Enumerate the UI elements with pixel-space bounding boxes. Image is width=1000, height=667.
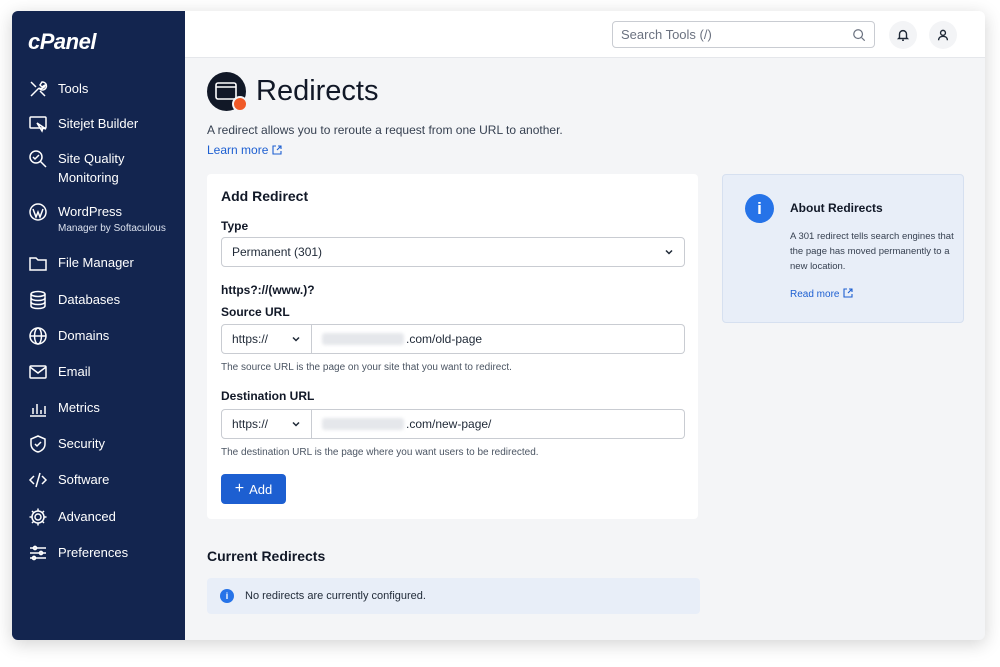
chevron-down-icon (292, 421, 300, 427)
sidebar-item-label: Sitejet Builder (58, 116, 139, 131)
destination-url-help: The destination URL is the page where yo… (221, 447, 539, 458)
add-redirect-card: Add Redirect Type Permanent (301) https?… (207, 174, 698, 519)
add-button[interactable]: + Add (221, 474, 286, 504)
type-value: Permanent (301) (232, 245, 323, 259)
sidebar-item-email[interactable]: Email (12, 362, 185, 382)
sidebar-item-label: WordPress (58, 204, 123, 219)
sidebar-item-label: Tools (58, 81, 89, 96)
source-protocol-select[interactable]: https:// (221, 324, 312, 354)
sidebar-item-wordpress[interactable]: WordPress Manager by Softaculous (12, 202, 185, 235)
learn-more-link[interactable]: Learn more (207, 143, 282, 157)
plus-icon: + (234, 480, 245, 497)
sidebar-item-label: Email (58, 364, 91, 379)
sidebar-item-site-quality[interactable]: Site Quality Monitoring (12, 149, 185, 187)
software-icon (28, 470, 48, 490)
app-window: cPanel Tools Sitejet Builder Site Qualit… (12, 11, 985, 640)
about-redirects-title: About Redirects (790, 201, 883, 215)
empty-redirects-notice: i No redirects are currently configured. (207, 578, 700, 614)
empty-redirects-text: No redirects are currently configured. (245, 590, 426, 602)
redirects-page-icon (207, 72, 248, 112)
add-redirect-title: Add Redirect (221, 188, 309, 204)
metrics-icon (28, 398, 48, 418)
destination-url-row: https:// .com/new-page/ (221, 409, 685, 439)
page-title: Redirects (256, 75, 379, 107)
external-link-icon (272, 145, 282, 155)
sidebar-item-label: Metrics (58, 400, 100, 415)
read-more-label: Read more (790, 289, 840, 300)
user-icon (937, 29, 949, 41)
site-quality-icon (28, 149, 48, 169)
learn-more-label: Learn more (207, 143, 269, 157)
read-more-link[interactable]: Read more (790, 288, 854, 300)
chevron-down-icon (292, 336, 300, 342)
sidebar-item-label: Domains (58, 328, 110, 343)
about-redirects-text: A 301 redirect tells search engines that… (790, 231, 954, 272)
main-content: Search Tools (/) Redirects A redirect al… (185, 11, 985, 640)
redacted-domain (322, 333, 404, 345)
sidebar-item-sitejet[interactable]: Sitejet Builder (12, 114, 185, 134)
sidebar-item-preferences[interactable]: Preferences (12, 543, 185, 563)
source-url-help: The source URL is the page on your site … (221, 362, 512, 373)
external-link-icon (843, 288, 854, 298)
sidebar-item-databases[interactable]: Databases (12, 290, 185, 310)
sidebar-item-sublabel: Manager by Softaculous (58, 223, 166, 234)
source-protocol-value: https:// (232, 332, 269, 346)
destination-url-label: Destination URL (221, 389, 315, 403)
sliders-icon (28, 543, 48, 563)
cpanel-logo[interactable]: cPanel (28, 29, 96, 55)
sidebar-item-domains[interactable]: Domains (12, 326, 185, 346)
sidebar-item-label: File Manager (58, 255, 134, 270)
type-label: Type (221, 219, 249, 233)
info-icon: i (220, 589, 234, 603)
user-menu-button[interactable] (929, 21, 957, 49)
search-icon (853, 29, 866, 42)
chevron-down-icon (665, 249, 673, 255)
sidebar-item-label: Advanced (58, 509, 116, 524)
folder-icon (28, 253, 48, 273)
search-input[interactable]: Search Tools (/) (612, 21, 875, 48)
sidebar: cPanel Tools Sitejet Builder Site Qualit… (12, 11, 185, 640)
sidebar-item-software[interactable]: Software (12, 470, 185, 490)
destination-url-value: .com/new-page/ (406, 417, 492, 431)
shield-icon (28, 434, 48, 454)
source-url-row: https:// .com/old-page (221, 324, 685, 354)
destination-protocol-select[interactable]: https:// (221, 409, 312, 439)
wordpress-icon (28, 202, 48, 222)
sitejet-icon (28, 114, 48, 134)
pattern-label: https?://(www.)? (221, 283, 315, 297)
about-redirects-panel: i About Redirects A 301 redirect tells s… (722, 174, 964, 323)
source-url-label: Source URL (221, 305, 290, 319)
sidebar-item-label: Software (58, 472, 110, 487)
destination-url-input[interactable]: .com/new-page/ (312, 409, 685, 439)
sidebar-item-label: Databases (58, 292, 121, 307)
globe-icon (28, 326, 48, 346)
top-bar: Search Tools (/) (185, 11, 985, 58)
database-icon (28, 290, 48, 310)
sidebar-item-tools[interactable]: Tools (12, 79, 185, 99)
add-button-label: Add (249, 481, 273, 497)
type-select[interactable]: Permanent (301) (221, 237, 685, 267)
sidebar-item-file-manager[interactable]: File Manager (12, 253, 185, 273)
sidebar-item-label: Security (58, 436, 105, 451)
gear-icon (28, 507, 48, 527)
source-url-input[interactable]: .com/old-page (312, 324, 685, 354)
redacted-domain (322, 418, 404, 430)
page-description: A redirect allows you to reroute a reque… (207, 123, 563, 137)
notifications-button[interactable] (889, 21, 917, 49)
current-redirects-title: Current Redirects (207, 548, 326, 564)
destination-protocol-value: https:// (232, 417, 269, 431)
mail-icon (28, 362, 48, 382)
source-url-value: .com/old-page (406, 332, 483, 346)
sidebar-item-metrics[interactable]: Metrics (12, 398, 185, 418)
info-icon: i (745, 194, 774, 223)
redirect-badge-icon (232, 96, 248, 112)
sidebar-item-advanced[interactable]: Advanced (12, 507, 185, 527)
sidebar-item-security[interactable]: Security (12, 434, 185, 454)
bell-icon (896, 29, 910, 41)
search-placeholder: Search Tools (/) (621, 27, 712, 42)
tools-icon (28, 79, 48, 99)
sidebar-item-label: Site Quality Monitoring (58, 151, 125, 185)
sidebar-item-label: Preferences (58, 545, 129, 560)
